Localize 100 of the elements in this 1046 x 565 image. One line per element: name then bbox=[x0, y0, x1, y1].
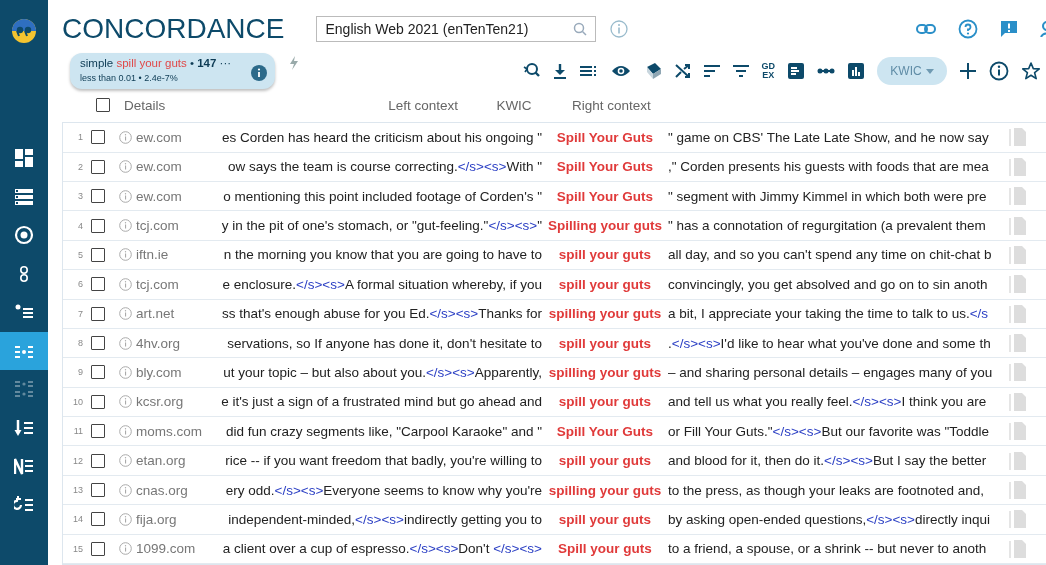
info-icon[interactable] bbox=[989, 61, 1009, 82]
dashboard-icon bbox=[14, 148, 34, 169]
left-context: rice -- if you want freedom that badly, you're willing to bbox=[225, 453, 542, 469]
line-number: 4 bbox=[77, 220, 83, 231]
kwic-text[interactable]: spill your guts bbox=[542, 453, 668, 469]
right-context: and blood for it, then do it.</s><s>But I say the better bbox=[668, 453, 988, 469]
star-icon[interactable] bbox=[1022, 62, 1040, 81]
kwic-text[interactable]: Spill your guts bbox=[542, 541, 668, 557]
line-number: 5 bbox=[77, 249, 83, 260]
source-domain[interactable]: 4hv.org bbox=[136, 335, 208, 351]
kwic-text[interactable]: Spill Your Guts bbox=[542, 159, 668, 175]
gdex-button[interactable]: GDEX bbox=[761, 62, 775, 81]
right-context: to a friend, a spouse, or a shrink -- but never to anoth bbox=[668, 541, 988, 557]
kwic-text[interactable]: spilling your guts bbox=[542, 482, 668, 498]
document-icon[interactable] bbox=[788, 63, 804, 80]
plus-icon[interactable] bbox=[960, 63, 976, 80]
source-domain[interactable]: cnas.org bbox=[136, 482, 208, 498]
query-text: simple spill your guts • 147 ··· bbox=[80, 57, 233, 70]
eye-icon[interactable] bbox=[610, 64, 631, 79]
source-domain[interactable]: ew.com bbox=[136, 159, 208, 175]
info-icon[interactable] bbox=[251, 65, 267, 82]
line-number: 1 bbox=[77, 132, 83, 143]
column-header[interactable]: Right context bbox=[554, 97, 651, 113]
kwic-text[interactable]: spill your guts bbox=[542, 276, 668, 292]
caret-icon bbox=[925, 68, 934, 74]
checkbox[interactable] bbox=[91, 365, 105, 380]
checkbox[interactable] bbox=[91, 130, 105, 145]
shuffle-icon[interactable] bbox=[674, 63, 691, 80]
right-context: " game on CBS' The Late Late Show, and he now say bbox=[668, 129, 990, 145]
checkbox[interactable] bbox=[91, 189, 105, 204]
checkbox[interactable] bbox=[91, 424, 105, 439]
source-domain[interactable]: kcsr.org bbox=[136, 394, 208, 410]
left-context: ow says the team is course correcting.</s><s>With " bbox=[228, 159, 542, 175]
left-context: y in the pit of one's stomach, or "gut-feeling."</s><s>" bbox=[221, 218, 542, 233]
sidebar-item[interactable] bbox=[0, 331, 48, 370]
line-number: 7 bbox=[77, 308, 83, 319]
n-list-icon bbox=[14, 456, 34, 477]
help-icon[interactable] bbox=[958, 19, 978, 40]
source-domain[interactable]: tcj.com bbox=[136, 218, 208, 233]
source-domain[interactable]: ew.com bbox=[136, 188, 208, 204]
kwic-text[interactable]: Spilling your guts bbox=[542, 218, 668, 233]
filter-icon[interactable] bbox=[732, 65, 749, 78]
source-domain[interactable]: iftn.ie bbox=[136, 247, 208, 263]
source-domain[interactable]: fija.org bbox=[136, 511, 208, 527]
query-summary[interactable]: simple spill your guts • 147 ··· less than 0.01 • 2.4e-7% bbox=[70, 53, 275, 90]
kwic-text[interactable]: Spill Your Guts bbox=[542, 188, 668, 204]
checkbox[interactable] bbox=[91, 541, 105, 556]
right-context: – and sharing personal details – engages many of you bbox=[668, 364, 994, 380]
kwic-text[interactable]: spilling your guts bbox=[542, 306, 668, 322]
checkbox[interactable] bbox=[91, 512, 105, 527]
sort-icon[interactable] bbox=[703, 65, 720, 78]
source-domain[interactable]: moms.com bbox=[136, 423, 208, 439]
checkbox[interactable] bbox=[91, 306, 105, 321]
checkbox[interactable] bbox=[91, 453, 105, 468]
source-domain[interactable]: bly.com bbox=[136, 364, 208, 380]
checkbox[interactable] bbox=[91, 336, 105, 351]
left-context: independent-minded,</s><s>indirectly getting you to bbox=[228, 511, 542, 527]
dots-icon[interactable] bbox=[817, 68, 835, 75]
corpus-field[interactable]: English Web 2021 (enTenTen21) bbox=[316, 16, 597, 43]
sort-down-icon bbox=[14, 417, 34, 438]
download-icon[interactable] bbox=[552, 63, 567, 80]
checkbox[interactable] bbox=[91, 483, 105, 498]
right-context: a bit, I appreciate your taking the time to talk to us.</s bbox=[668, 306, 990, 322]
kwic-text[interactable]: spill your guts bbox=[542, 247, 668, 263]
checkbox[interactable] bbox=[96, 98, 110, 113]
checkbox[interactable] bbox=[91, 218, 105, 233]
kwic-text[interactable]: spill your guts bbox=[542, 511, 668, 527]
list-icon bbox=[14, 186, 34, 207]
kwic-text[interactable]: Spill Your Guts bbox=[542, 129, 668, 145]
column-header[interactable]: Details bbox=[124, 97, 224, 113]
checkbox[interactable] bbox=[91, 277, 105, 292]
left-context: e it's just a sign of a frustrated mind but go ahead and bbox=[221, 394, 542, 410]
list-icon[interactable] bbox=[579, 64, 598, 79]
source-domain[interactable]: 1099.com bbox=[136, 541, 208, 557]
source-domain[interactable]: etan.org bbox=[136, 453, 208, 469]
kwic-text[interactable]: spilling your guts bbox=[542, 364, 668, 380]
checkbox[interactable] bbox=[91, 394, 105, 409]
right-context: and tell us what you really feel.</s><s>I think you are bbox=[668, 394, 988, 410]
source-domain[interactable]: art.net bbox=[136, 306, 208, 322]
kwic-text[interactable]: spill your guts bbox=[542, 335, 668, 351]
left-context: o mentioning this point included footage of Corden's " bbox=[223, 188, 542, 204]
kwic-text[interactable]: spill your guts bbox=[542, 394, 668, 410]
kwic-text[interactable]: Spill Your Guts bbox=[542, 423, 668, 439]
line-number: 3 bbox=[77, 191, 83, 202]
left-context: ery odd.</s><s>Everyone seems to know why you're bbox=[225, 482, 542, 498]
frequency-text: less than 0.01 • 2.4e-7% bbox=[80, 73, 179, 84]
link-icon[interactable] bbox=[916, 23, 936, 36]
right-context: ," Corden presents his guests with foods that are mea bbox=[668, 159, 990, 175]
bar-chart-icon[interactable] bbox=[848, 63, 864, 80]
logo-icon[interactable] bbox=[11, 18, 37, 44]
column-header[interactable]: Left context bbox=[224, 97, 474, 113]
left-context: did fun crazy segments like, "Carpool Karaoke" and " bbox=[225, 423, 542, 439]
checkbox[interactable] bbox=[91, 159, 105, 174]
line-number: 10 bbox=[72, 396, 83, 407]
feedback-icon[interactable] bbox=[1000, 20, 1018, 39]
column-header[interactable]: KWIC bbox=[474, 97, 554, 113]
checkbox[interactable] bbox=[91, 247, 105, 262]
right-context: by asking open-ended questions,</s><s>directly inqui bbox=[668, 511, 991, 527]
source-domain[interactable]: ew.com bbox=[136, 129, 208, 145]
source-domain[interactable]: tcj.com bbox=[136, 276, 208, 292]
